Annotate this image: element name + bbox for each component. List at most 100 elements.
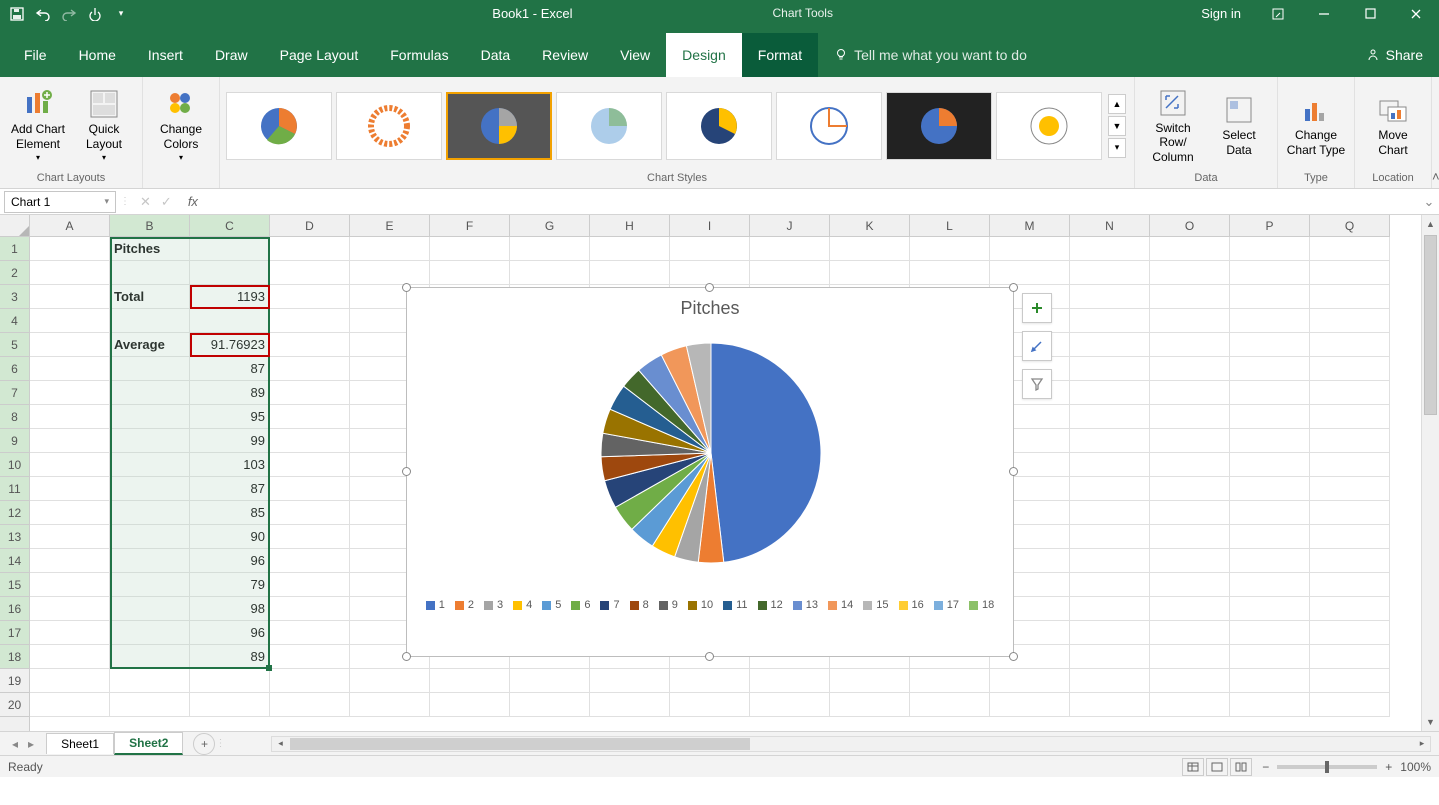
legend-item[interactable]: 4: [513, 599, 532, 611]
chart-style-6[interactable]: [776, 92, 882, 160]
cell[interactable]: [1310, 693, 1390, 717]
cell[interactable]: [110, 693, 190, 717]
row-header[interactable]: 19: [0, 669, 29, 693]
cell[interactable]: Pitches: [110, 237, 190, 261]
cell[interactable]: [910, 261, 990, 285]
cell[interactable]: 1193: [190, 285, 270, 309]
cell[interactable]: [1310, 285, 1390, 309]
zoom-slider-thumb[interactable]: [1325, 761, 1329, 773]
tab-review[interactable]: Review: [526, 33, 604, 77]
cell[interactable]: [1230, 669, 1310, 693]
scroll-up-icon[interactable]: ▲: [1422, 215, 1439, 233]
legend-item[interactable]: 16: [899, 599, 924, 611]
cell[interactable]: [1310, 501, 1390, 525]
cell[interactable]: [190, 261, 270, 285]
cell[interactable]: [1150, 645, 1230, 669]
row-header[interactable]: 17: [0, 621, 29, 645]
row-header[interactable]: 7: [0, 381, 29, 405]
cell[interactable]: [110, 429, 190, 453]
cell[interactable]: [350, 261, 430, 285]
cell[interactable]: [1230, 693, 1310, 717]
cell[interactable]: [830, 237, 910, 261]
col-header[interactable]: P: [1230, 215, 1310, 236]
row-header[interactable]: 2: [0, 261, 29, 285]
cell[interactable]: [670, 261, 750, 285]
chart-object[interactable]: Pitches 123456789101112131415161718: [406, 287, 1014, 657]
col-header[interactable]: E: [350, 215, 430, 236]
move-chart-button[interactable]: Move Chart: [1361, 92, 1425, 159]
col-header[interactable]: H: [590, 215, 670, 236]
row-header[interactable]: 5: [0, 333, 29, 357]
cell[interactable]: [270, 333, 350, 357]
cell[interactable]: [1150, 453, 1230, 477]
cell[interactable]: [1070, 357, 1150, 381]
tab-data[interactable]: Data: [465, 33, 527, 77]
cell[interactable]: [1230, 333, 1310, 357]
col-header[interactable]: N: [1070, 215, 1150, 236]
cell[interactable]: 103: [190, 453, 270, 477]
cell[interactable]: [1230, 621, 1310, 645]
cell[interactable]: [1070, 621, 1150, 645]
sign-in-button[interactable]: Sign in: [1187, 0, 1255, 27]
cell[interactable]: [1150, 549, 1230, 573]
legend-item[interactable]: 14: [828, 599, 853, 611]
resize-handle[interactable]: [402, 467, 411, 476]
cell[interactable]: [30, 309, 110, 333]
legend-item[interactable]: 15: [863, 599, 888, 611]
cell[interactable]: [1150, 357, 1230, 381]
chart-elements-button[interactable]: [1022, 293, 1052, 323]
close-icon[interactable]: [1393, 0, 1439, 27]
cell[interactable]: [190, 669, 270, 693]
col-header[interactable]: O: [1150, 215, 1230, 236]
cell[interactable]: [270, 237, 350, 261]
cell[interactable]: [30, 645, 110, 669]
col-header[interactable]: K: [830, 215, 910, 236]
cell[interactable]: [1310, 621, 1390, 645]
cell[interactable]: [1230, 405, 1310, 429]
cell[interactable]: [1230, 525, 1310, 549]
cell[interactable]: [1070, 309, 1150, 333]
cell[interactable]: [1070, 693, 1150, 717]
cell[interactable]: [670, 237, 750, 261]
legend-item[interactable]: 2: [455, 599, 474, 611]
cell[interactable]: [830, 669, 910, 693]
cell[interactable]: 85: [190, 501, 270, 525]
tab-home[interactable]: Home: [63, 33, 132, 77]
cell[interactable]: [110, 525, 190, 549]
cell[interactable]: [750, 693, 830, 717]
cell[interactable]: [1150, 285, 1230, 309]
cell[interactable]: 96: [190, 549, 270, 573]
cell[interactable]: [1310, 237, 1390, 261]
legend-item[interactable]: 7: [600, 599, 619, 611]
cell[interactable]: [30, 357, 110, 381]
cell[interactable]: [590, 237, 670, 261]
cell[interactable]: [110, 309, 190, 333]
cell[interactable]: [1150, 477, 1230, 501]
cell[interactable]: [30, 333, 110, 357]
cell[interactable]: [30, 549, 110, 573]
undo-icon[interactable]: [34, 5, 52, 23]
cell[interactable]: [270, 645, 350, 669]
cell[interactable]: Average: [110, 333, 190, 357]
cell[interactable]: [270, 477, 350, 501]
resize-handle[interactable]: [705, 652, 714, 661]
cell[interactable]: [270, 549, 350, 573]
cell[interactable]: [30, 501, 110, 525]
cell[interactable]: [110, 549, 190, 573]
cell[interactable]: [1310, 333, 1390, 357]
cell[interactable]: [990, 669, 1070, 693]
row-header[interactable]: 6: [0, 357, 29, 381]
col-header[interactable]: A: [30, 215, 110, 236]
cell[interactable]: [30, 381, 110, 405]
cell[interactable]: [670, 669, 750, 693]
row-header[interactable]: 11: [0, 477, 29, 501]
cell[interactable]: [430, 261, 510, 285]
cell[interactable]: [30, 453, 110, 477]
cell[interactable]: [270, 429, 350, 453]
cell[interactable]: [430, 693, 510, 717]
quick-layout-button[interactable]: Quick Layout ▾: [72, 86, 136, 164]
col-header[interactable]: F: [430, 215, 510, 236]
cell[interactable]: [1070, 261, 1150, 285]
cell[interactable]: [110, 261, 190, 285]
row-header[interactable]: 10: [0, 453, 29, 477]
